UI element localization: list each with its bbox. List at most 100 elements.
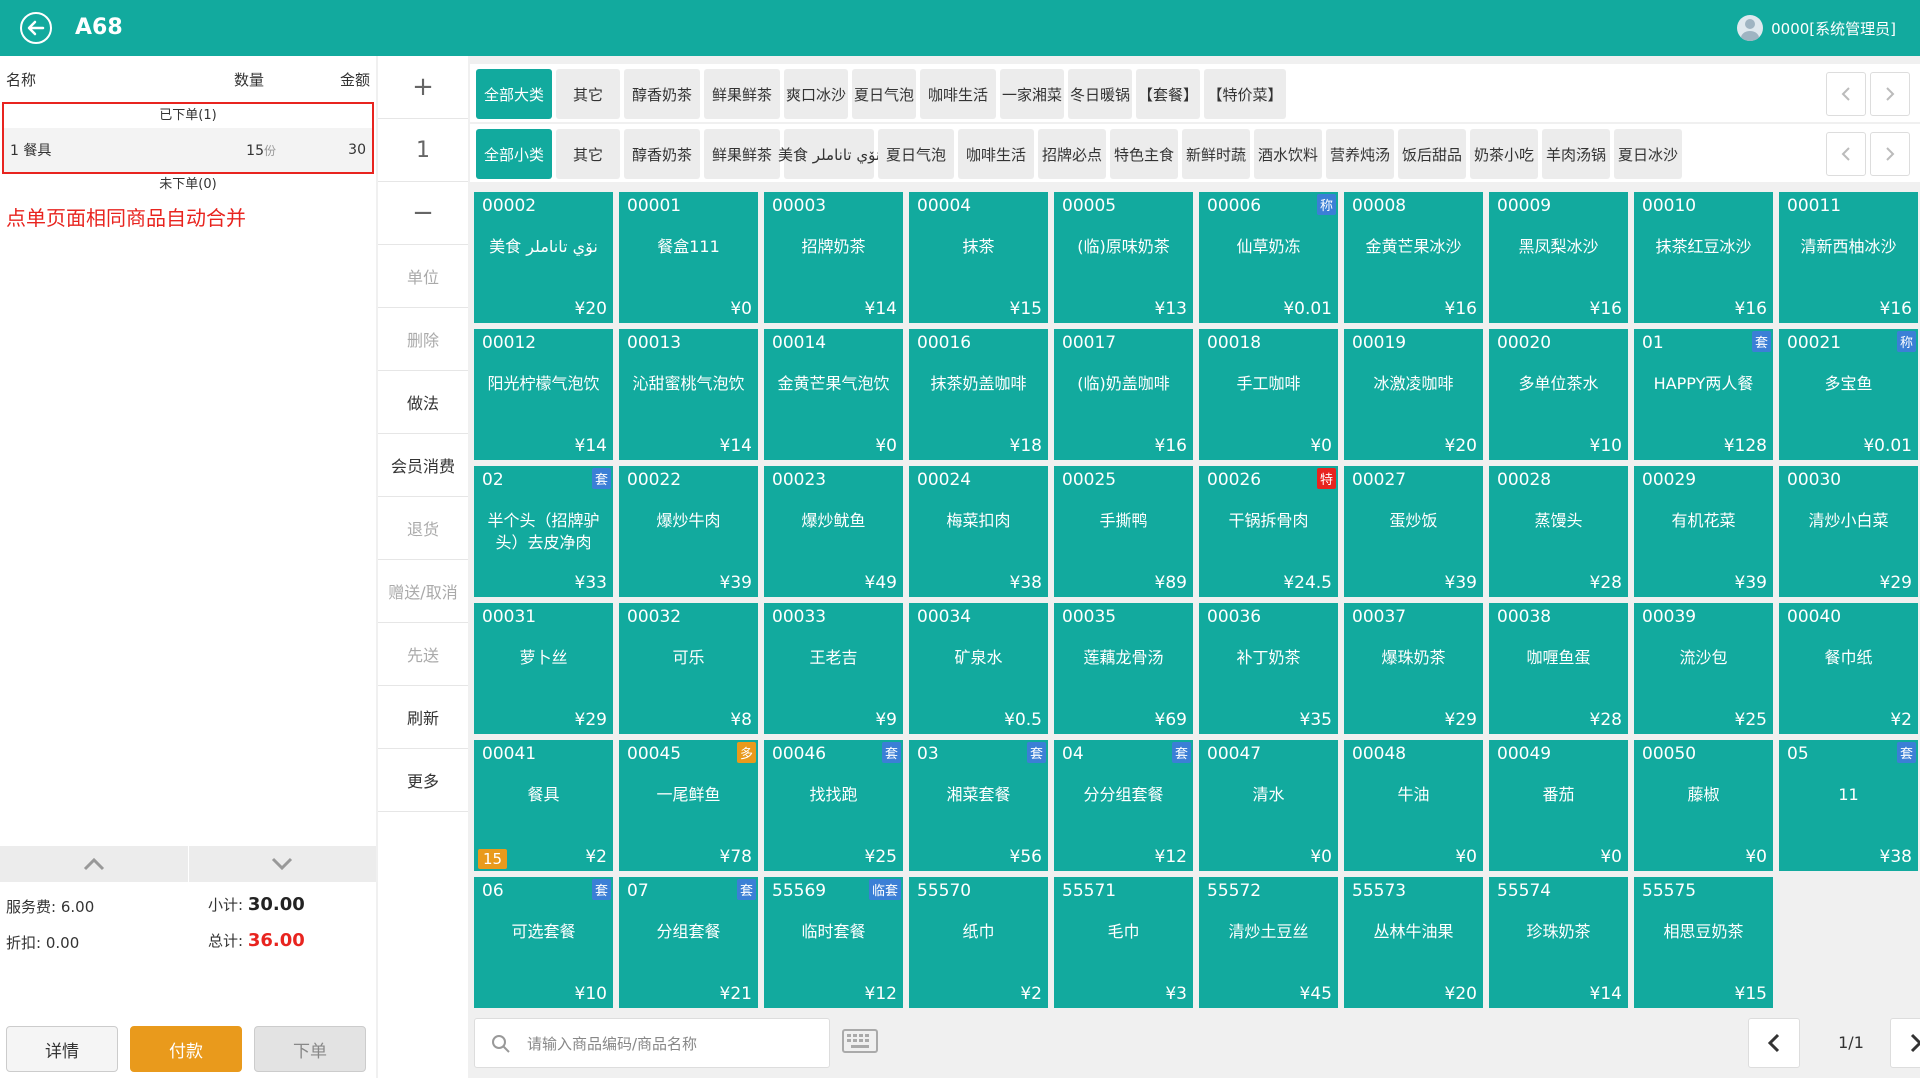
sub-category-tab[interactable]: 特色主食 (1110, 129, 1178, 179)
product-tile[interactable]: 00023 爆炒鱿鱼 ¥49 (764, 466, 903, 597)
main-category-tab[interactable]: 爽口冰沙 (784, 69, 848, 119)
action-button[interactable]: 退货 (378, 497, 468, 560)
not-ordered-label[interactable]: 未下单(0) (0, 174, 376, 196)
main-category-tab[interactable]: 全部大类 (476, 69, 552, 119)
order-row[interactable]: 1 餐具 15份 30 (4, 128, 372, 172)
action-button[interactable]: 赠送/取消 (378, 560, 468, 623)
main-category-tab[interactable]: 【套餐】 (1136, 69, 1200, 119)
product-tile[interactable]: 55574 珍珠奶茶 ¥14 (1489, 877, 1628, 1008)
product-tile[interactable]: 00041 餐具 ¥2 15 (474, 740, 613, 871)
product-tile[interactable]: 00003 招牌奶茶 ¥14 (764, 192, 903, 323)
decrease-qty-button[interactable]: − (378, 182, 468, 245)
sub-category-tab[interactable]: 奶茶小吃 (1470, 129, 1538, 179)
product-tile[interactable]: 00014 金黄芒果气泡饮 ¥0 (764, 329, 903, 460)
product-tile[interactable]: 00012 阳光柠檬气泡饮 ¥14 (474, 329, 613, 460)
main-category-prev-button[interactable] (1826, 72, 1866, 116)
product-tile[interactable]: 00009 黑凤梨冰沙 ¥16 (1489, 192, 1628, 323)
product-tile[interactable]: 00031 萝卜丝 ¥29 (474, 603, 613, 734)
product-tile[interactable]: 00011 清新西柚冰沙 ¥16 (1779, 192, 1918, 323)
product-tile[interactable]: 00047 清水 ¥0 (1199, 740, 1338, 871)
product-tile[interactable]: 55571 毛巾 ¥3 (1054, 877, 1193, 1008)
sub-category-next-button[interactable] (1870, 132, 1910, 176)
product-tile[interactable]: 00024 梅菜扣肉 ¥38 (909, 466, 1048, 597)
product-tile[interactable]: 00035 莲藕龙骨汤 ¥69 (1054, 603, 1193, 734)
product-tile[interactable]: 00046 找找跑 ¥25 套 (764, 740, 903, 871)
main-category-next-button[interactable] (1870, 72, 1910, 116)
keyboard-icon[interactable] (842, 1029, 878, 1053)
sub-category-tab[interactable]: 咖啡生活 (958, 129, 1034, 179)
product-tile[interactable]: 00036 补丁奶茶 ¥35 (1199, 603, 1338, 734)
main-category-tab[interactable]: 咖啡生活 (920, 69, 996, 119)
detail-button[interactable]: 详情 (6, 1026, 118, 1072)
submit-order-button[interactable]: 下单 (254, 1026, 366, 1072)
product-tile[interactable]: 04 分分组套餐 ¥12 套 (1054, 740, 1193, 871)
product-tile[interactable]: 00019 冰激凌咖啡 ¥20 (1344, 329, 1483, 460)
product-tile[interactable]: 55572 清炒土豆丝 ¥45 (1199, 877, 1338, 1008)
product-tile[interactable]: 03 湘菜套餐 ¥56 套 (909, 740, 1048, 871)
pay-button[interactable]: 付款 (130, 1026, 242, 1072)
product-tile[interactable]: 55573 丛林牛油果 ¥20 (1344, 877, 1483, 1008)
back-arrow-icon[interactable] (20, 12, 52, 44)
sub-category-tab[interactable]: 全部小类 (476, 129, 552, 179)
sub-category-tab[interactable]: 招牌必点 (1038, 129, 1106, 179)
sub-category-tab[interactable]: 夏日气泡 (878, 129, 954, 179)
main-category-tab[interactable]: 一家湘菜 (1000, 69, 1064, 119)
product-tile[interactable]: 02 半个头（招牌驴头）去皮净肉 ¥33 套 (474, 466, 613, 597)
product-tile[interactable]: 00004 抹茶 ¥15 (909, 192, 1048, 323)
product-tile[interactable]: 00022 爆炒牛肉 ¥39 (619, 466, 758, 597)
product-tile[interactable]: 00026 干锅拆骨肉 ¥24.5 特 (1199, 466, 1338, 597)
sub-category-tab[interactable]: 醇香奶茶 (624, 129, 700, 179)
main-category-tab[interactable]: 醇香奶茶 (624, 69, 700, 119)
product-tile[interactable]: 00028 蒸馒头 ¥28 (1489, 466, 1628, 597)
product-tile[interactable]: 00001 餐盒111 ¥0 (619, 192, 758, 323)
product-tile[interactable]: 05 11 ¥38 套 (1779, 740, 1918, 871)
action-button[interactable]: 单位 (378, 245, 468, 308)
product-tile[interactable]: 00034 矿泉水 ¥0.5 (909, 603, 1048, 734)
product-tile[interactable]: 00049 番茄 ¥0 (1489, 740, 1628, 871)
product-tile[interactable]: 55570 纸巾 ¥2 (909, 877, 1048, 1008)
action-button[interactable]: 先送 (378, 623, 468, 686)
product-tile[interactable]: 00033 王老吉 ¥9 (764, 603, 903, 734)
product-tile[interactable]: 00038 咖喱鱼蛋 ¥28 (1489, 603, 1628, 734)
product-tile[interactable]: 00025 手撕鸭 ¥89 (1054, 466, 1193, 597)
main-category-tab[interactable]: 夏日气泡 (852, 69, 916, 119)
product-tile[interactable]: 00029 有机花菜 ¥39 (1634, 466, 1773, 597)
increase-qty-button[interactable]: + (378, 56, 468, 119)
product-tile[interactable]: 00005 (临)原味奶茶 ¥13 (1054, 192, 1193, 323)
product-tile[interactable]: 00020 多单位茶水 ¥10 (1489, 329, 1628, 460)
product-tile[interactable]: 00008 金黄芒果冰沙 ¥16 (1344, 192, 1483, 323)
product-tile[interactable]: 00045 一尾鲜鱼 ¥78 多 (619, 740, 758, 871)
sub-category-tab[interactable]: 新鲜时蔬 (1182, 129, 1250, 179)
product-tile[interactable]: 00018 手工咖啡 ¥0 (1199, 329, 1338, 460)
main-category-tab[interactable]: 其它 (556, 69, 620, 119)
product-tile[interactable]: 00037 爆珠奶茶 ¥29 (1344, 603, 1483, 734)
sub-category-prev-button[interactable] (1826, 132, 1866, 176)
sub-category-tab[interactable]: 营养炖汤 (1326, 129, 1394, 179)
action-button[interactable]: 做法 (378, 371, 468, 434)
product-tile[interactable]: 00021 多宝鱼 ¥0.01 称 (1779, 329, 1918, 460)
main-category-tab[interactable]: 鲜果鲜茶 (704, 69, 780, 119)
sub-category-tab[interactable]: 夏日冰沙 (1614, 129, 1682, 179)
product-tile[interactable]: 00017 (临)奶盖咖啡 ¥16 (1054, 329, 1193, 460)
main-category-tab[interactable]: 冬日暖锅 (1068, 69, 1132, 119)
sub-category-tab[interactable]: 酒水饮料 (1254, 129, 1322, 179)
product-tile[interactable]: 00032 可乐 ¥8 (619, 603, 758, 734)
sub-category-tab[interactable]: 羊肉汤锅 (1542, 129, 1610, 179)
product-tile[interactable]: 00002 美食 نۆي تاناملر ¥20 (474, 192, 613, 323)
product-tile[interactable]: 00040 餐巾纸 ¥2 (1779, 603, 1918, 734)
product-tile[interactable]: 01 HAPPY两人餐 ¥128 套 (1634, 329, 1773, 460)
sub-category-tab[interactable]: 鲜果鲜茶 (704, 129, 780, 179)
ordered-label[interactable]: 已下单(1) (4, 104, 372, 128)
product-tile[interactable]: 00050 藤椒 ¥0 (1634, 740, 1773, 871)
product-tile[interactable]: 00048 牛油 ¥0 (1344, 740, 1483, 871)
action-button[interactable]: 删除 (378, 308, 468, 371)
product-tile[interactable]: 00030 清炒小白菜 ¥29 (1779, 466, 1918, 597)
product-tile[interactable]: 00027 蛋炒饭 ¥39 (1344, 466, 1483, 597)
scroll-up-button[interactable] (0, 846, 188, 882)
main-category-tab[interactable]: 【特价菜】 (1204, 69, 1286, 119)
product-tile[interactable]: 00013 沁甜蜜桃气泡饮 ¥14 (619, 329, 758, 460)
search-input[interactable] (527, 1031, 817, 1057)
product-tile[interactable]: 00010 抹茶红豆冰沙 ¥16 (1634, 192, 1773, 323)
scroll-down-button[interactable] (189, 846, 377, 882)
product-tile[interactable]: 07 分组套餐 ¥21 套 (619, 877, 758, 1008)
